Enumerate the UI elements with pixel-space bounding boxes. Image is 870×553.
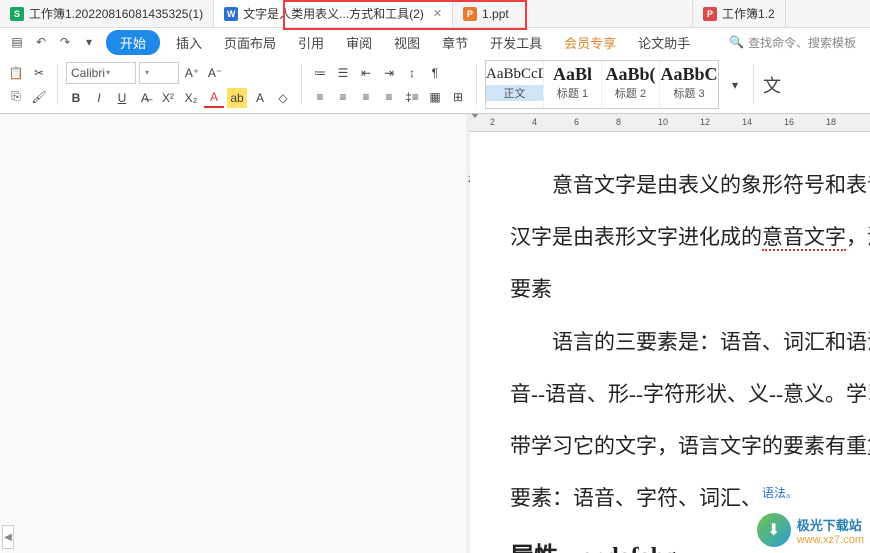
watermark-url: www.xz7.com (797, 534, 864, 546)
style-gallery: AaBbCcD 正文 AaBl 标题 1 AaBb( 标题 2 AaBbC 标题… (485, 60, 719, 109)
subscript-button[interactable]: X₂ (181, 88, 201, 108)
collapse-pane-button[interactable]: ◀ (2, 525, 14, 549)
workspace: 2 ◀ 2 4 6 8 10 12 14 16 18 意音文字是由表义的象形符号… (0, 114, 870, 553)
paragraph[interactable]: 汉字是由表形文字进化成的意音文字，汉 (510, 214, 870, 260)
bold-button[interactable]: B (66, 88, 86, 108)
style-heading1[interactable]: AaBl 标题 1 (544, 61, 602, 108)
navigation-pane: 2 ◀ (0, 114, 470, 553)
style-more-icon[interactable]: ▾ (725, 75, 745, 95)
ppt-icon: P (463, 7, 477, 21)
font-color-button[interactable]: A (204, 88, 224, 108)
menu-reference[interactable]: 引用 (288, 29, 334, 56)
highlight-button[interactable]: ab (227, 88, 247, 108)
search-placeholder: 查找命令、搜索模板 (748, 34, 856, 51)
cut-icon[interactable]: ✂ (29, 63, 49, 83)
ribbon-toolbar: 📋 ✂ ⎘ 🖌 Calibri▾ ▾ A⁺ A⁻ B I U A̶ X² X₂ … (0, 56, 870, 114)
tab-bar: S 工作簿1.20220816081435325(1) W 文字是人类用表义..… (0, 0, 870, 28)
menu-insert[interactable]: 插入 (166, 29, 212, 56)
strike-button[interactable]: A̶ (135, 88, 155, 108)
menu-chapter[interactable]: 章节 (432, 29, 478, 56)
font-increase[interactable]: A⁺ (182, 63, 202, 83)
tab-label: 文字是人类用表义...方式和工具(2) (243, 5, 424, 22)
tab-presentation[interactable]: P 1.ppt (453, 0, 693, 27)
close-icon[interactable]: ✕ (433, 7, 442, 20)
paragraph[interactable]: 音--语音、形--字符形状、义--意义。学习 (510, 371, 870, 417)
tab-spreadsheet[interactable]: S 工作簿1.20220816081435325(1) (0, 0, 214, 27)
show-marks-button[interactable]: ¶ (425, 63, 445, 83)
paragraph[interactable]: 带学习它的文字，语言文字的要素有重复 (510, 423, 870, 469)
spreadsheet-icon: S (10, 7, 24, 21)
menu-view[interactable]: 视图 (384, 29, 430, 56)
format-painter-icon[interactable]: 🖌 (29, 87, 49, 107)
font-size-select[interactable]: ▾ (139, 62, 179, 84)
workbook-icon: P (703, 7, 717, 21)
watermark-logo-icon: ⬇ (757, 513, 791, 547)
watermark: ⬇ 极光下载站 www.xz7.com (757, 513, 864, 547)
sort-button[interactable]: ↕ (402, 63, 422, 83)
menu-review[interactable]: 审阅 (336, 29, 382, 56)
italic-button[interactable]: I (89, 88, 109, 108)
word-icon: W (224, 7, 238, 21)
align-left-button[interactable]: ≡ (310, 87, 330, 107)
undo-icon[interactable]: ↶ (30, 31, 52, 53)
document-page[interactable]: 意音文字是由表义的象形符号和表音的 汉字是由表形文字进化成的意音文字，汉 要素 … (470, 132, 870, 553)
shading-button[interactable]: ▦ (425, 87, 445, 107)
superscript-button[interactable]: X² (158, 88, 178, 108)
tab-label: 1.ppt (482, 7, 509, 21)
save-icon[interactable]: ▤ (6, 31, 28, 53)
watermark-title: 极光下载站 (797, 515, 864, 534)
underline-button[interactable]: U (112, 88, 132, 108)
menu-dev[interactable]: 开发工具 (480, 29, 552, 56)
style-heading3[interactable]: AaBbC 标题 3 (660, 61, 718, 108)
align-justify-button[interactable]: ≡ (379, 87, 399, 107)
document-area[interactable]: 2 4 6 8 10 12 14 16 18 意音文字是由表义的象形符号和表音的… (470, 114, 870, 553)
indent-inc-button[interactable]: ⇥ (379, 63, 399, 83)
numbering-button[interactable]: ☰ (333, 63, 353, 83)
tab-label: 工作簿1.2 (722, 5, 775, 22)
redo-icon[interactable]: ↷ (54, 31, 76, 53)
menu-paper[interactable]: 论文助手 (628, 29, 700, 56)
style-heading2[interactable]: AaBb( 标题 2 (602, 61, 660, 108)
tab-workbook2[interactable]: P 工作簿1.2 (693, 0, 786, 27)
paste-icon[interactable]: 📋 (6, 63, 26, 83)
search-box[interactable]: 🔍 查找命令、搜索模板 (721, 34, 864, 51)
search-icon: 🔍 (729, 35, 744, 49)
border-button[interactable]: ⊞ (448, 87, 468, 107)
menu-layout[interactable]: 页面布局 (214, 29, 286, 56)
paragraph[interactable]: 意音文字是由表义的象形符号和表音的 (510, 162, 870, 208)
font-decrease[interactable]: A⁻ (205, 63, 225, 83)
style-normal[interactable]: AaBbCcD 正文 (486, 61, 544, 108)
menu-start[interactable]: 开始 (106, 30, 160, 55)
tab-label: 工作簿1.20220816081435325(1) (29, 5, 203, 22)
font-name-select[interactable]: Calibri▾ (66, 62, 136, 84)
menu-bar: ▤ ↶ ↷ ▾ 开始 插入 页面布局 引用 审阅 视图 章节 开发工具 会员专享… (0, 28, 870, 56)
paragraph[interactable]: 语言的三要素是：语音、词汇和语法， (510, 319, 870, 365)
find-icon[interactable]: 文 (762, 75, 782, 95)
menu-vip[interactable]: 会员专享 (554, 29, 626, 56)
align-right-button[interactable]: ≡ (356, 87, 376, 107)
bullets-button[interactable]: ≔ (310, 63, 330, 83)
change-case-button[interactable]: A (250, 88, 270, 108)
line-spacing-button[interactable]: ‡≡ (402, 87, 422, 107)
horizontal-ruler[interactable]: 2 4 6 8 10 12 14 16 18 (470, 114, 870, 132)
indent-dec-button[interactable]: ⇤ (356, 63, 376, 83)
align-center-button[interactable]: ≡ (333, 87, 353, 107)
more-icon[interactable]: ▾ (78, 31, 100, 53)
clear-format-button[interactable]: ◇ (273, 88, 293, 108)
tab-document-active[interactable]: W 文字是人类用表义...方式和工具(2) ✕ (214, 0, 453, 27)
copy-icon[interactable]: ⎘ (6, 87, 26, 107)
paragraph[interactable]: 要素 (510, 266, 870, 312)
